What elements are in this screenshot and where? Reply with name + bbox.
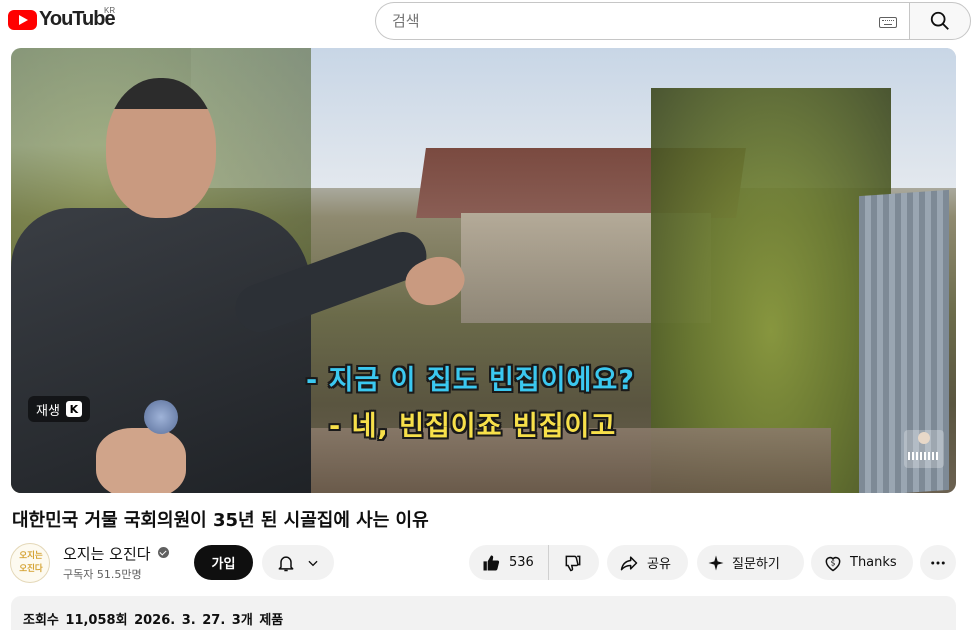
top-header: YouTube KR (0, 0, 974, 44)
thumbs-down-icon (565, 555, 581, 571)
youtube-logo[interactable]: YouTube (8, 8, 116, 31)
description-box[interactable]: 조회수 11,058회 2026. 3. 27. 3개 제품 (11, 596, 956, 630)
right-edge (962, 48, 974, 630)
notification-button[interactable] (262, 545, 334, 580)
chevron-down-icon (308, 560, 318, 566)
like-dislike-group: 536 (469, 545, 599, 580)
channel-name[interactable]: 오지는 오진다 (63, 543, 151, 564)
country-code: KR (104, 6, 116, 15)
share-button[interactable]: 공유 (607, 545, 688, 580)
product-count: 3개 제품 (231, 613, 284, 628)
search-box[interactable] (375, 2, 909, 40)
dislike-button[interactable] (549, 545, 597, 580)
svg-text:$: $ (831, 558, 836, 567)
like-count: 536 (509, 555, 534, 570)
view-count: 조회수 11,058회 (23, 613, 128, 628)
play-shortcut-chip[interactable]: 재생 K (28, 396, 90, 422)
subtitle-line-2: - 네, 빈집이죠 빈집이고 (329, 411, 617, 442)
search-icon (930, 11, 949, 30)
channel-avatar[interactable]: 오지는 오진다 (10, 543, 50, 583)
subtitle-line-1: - 지금 이 집도 빈집이에요? (306, 365, 635, 396)
sparkle-icon (708, 555, 724, 570)
share-icon (620, 555, 638, 570)
heart-dollar-icon: $ (825, 556, 841, 571)
thumbs-up-icon (483, 555, 500, 570)
avatar-text: 오지는 오진다 (19, 551, 43, 574)
thanks-label: Thanks (850, 555, 897, 570)
keyboard-icon[interactable] (879, 17, 897, 28)
description-meta: 조회수 11,058회 2026. 3. 27. 3개 제품 (23, 609, 283, 628)
thanks-button[interactable]: $ Thanks (811, 545, 913, 580)
search-input[interactable] (392, 12, 852, 30)
play-label: 재생 (36, 403, 60, 419)
channel-watermark-icon[interactable] (904, 430, 944, 468)
subscriber-count: 구독자 51.5만명 (63, 568, 142, 581)
microphone (144, 400, 178, 434)
more-horizontal-icon (931, 561, 945, 564)
youtube-logo-icon (8, 9, 37, 30)
verified-check-icon (158, 547, 169, 558)
ask-label: 질문하기 (732, 557, 780, 572)
search-button[interactable] (909, 2, 971, 40)
bell-icon (278, 555, 294, 571)
video-title: 대한민국 거물 국회의원이 35년 된 시골집에 사는 이유 (12, 510, 429, 531)
more-actions-button[interactable] (920, 545, 956, 580)
like-button[interactable]: 536 (469, 545, 549, 580)
keyboard-key-k: K (65, 401, 82, 417)
share-label: 공유 (647, 557, 671, 572)
video-speaker (11, 78, 472, 493)
join-button[interactable]: 가입 (194, 545, 253, 580)
video-player[interactable]: - 지금 이 집도 빈집이에요? - 네, 빈집이죠 빈집이고 재생 K (11, 48, 956, 493)
ask-button[interactable]: 질문하기 (697, 545, 804, 580)
upload-date: 2026. 3. 27. (134, 613, 226, 628)
